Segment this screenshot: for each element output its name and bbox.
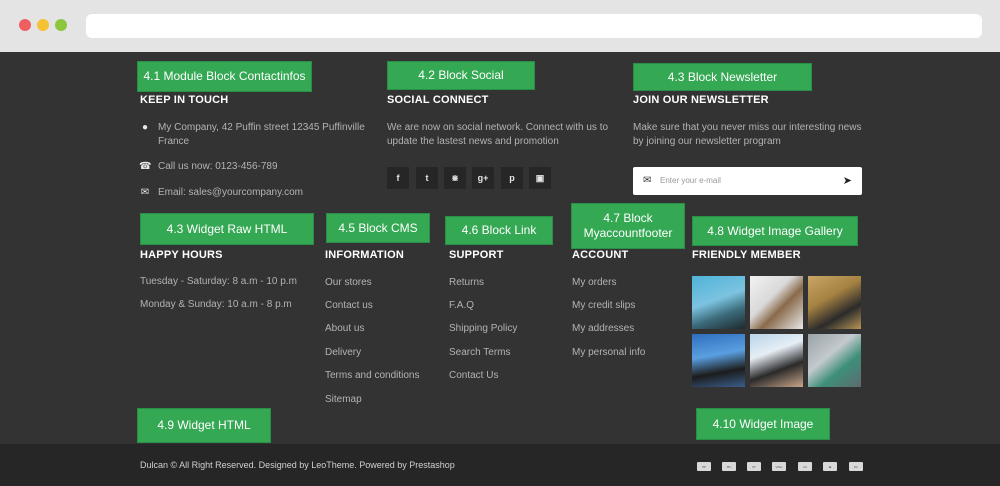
link-delivery[interactable]: Delivery bbox=[325, 347, 361, 358]
gallery-image[interactable] bbox=[750, 276, 803, 329]
account-heading: ACCOUNT bbox=[572, 249, 629, 261]
link-credit-slips[interactable]: My credit slips bbox=[572, 300, 635, 311]
link-our-stores[interactable]: Our stores bbox=[325, 277, 372, 288]
map-marker-icon: ● bbox=[141, 122, 149, 133]
instagram-icon[interactable]: ▣ bbox=[529, 167, 551, 189]
contact-address: My Company, 42 Puffin street 12345 Puffi… bbox=[158, 122, 365, 147]
facebook-icon[interactable]: f bbox=[387, 167, 409, 189]
tag-image-gallery: 4.8 Widget Image Gallery bbox=[692, 216, 858, 246]
information-heading: INFORMATION bbox=[325, 249, 404, 261]
tag-raw-html: 4.3 Widget Raw HTML bbox=[140, 213, 314, 245]
link-terms[interactable]: Terms and conditions bbox=[325, 370, 420, 381]
minimize-window-button[interactable] bbox=[37, 19, 49, 31]
tag-widget-image: 4.10 Widget Image bbox=[696, 408, 830, 440]
amex-icon: AX bbox=[798, 462, 812, 471]
gallery-image[interactable] bbox=[692, 334, 745, 387]
card-icon: ▬ bbox=[823, 462, 837, 471]
tag-link: 4.6 Block Link bbox=[445, 216, 553, 245]
link-contact-us[interactable]: Contact us bbox=[325, 300, 373, 311]
paypal-icon: PP bbox=[697, 462, 711, 471]
newsletter-heading: JOIN OUR NEWSLETTER bbox=[633, 94, 769, 106]
gallery-heading: FRIENDLY MEMBER bbox=[692, 249, 801, 261]
link-sitemap[interactable]: Sitemap bbox=[325, 394, 362, 405]
support-heading: SUPPORT bbox=[449, 249, 504, 261]
gallery-image[interactable] bbox=[808, 334, 861, 387]
link-about-us[interactable]: About us bbox=[325, 323, 364, 334]
tag-cms: 4.5 Block CMS bbox=[326, 213, 430, 243]
stripe-icon: ST bbox=[747, 462, 761, 471]
link-returns[interactable]: Returns bbox=[449, 277, 484, 288]
tag-myaccountfooter: 4.7 Block Myaccountfooter bbox=[571, 203, 685, 249]
contact-phone: Call us now: 0123-456-789 bbox=[158, 161, 278, 172]
hours-line-1: Tuesday - Saturday: 8 a.m - 10 p.m bbox=[140, 276, 297, 287]
link-support-contact[interactable]: Contact Us bbox=[449, 370, 498, 381]
contact-heading: KEEP IN TOUCH bbox=[140, 94, 229, 106]
phone-icon: ☎ bbox=[139, 161, 152, 172]
tag-widget-html: 4.9 Widget HTML bbox=[137, 408, 271, 443]
link-faq[interactable]: F.A.Q bbox=[449, 300, 474, 311]
newsletter-email-input[interactable]: Enter your e-mail bbox=[660, 176, 721, 185]
mastercard-icon: MC bbox=[722, 462, 736, 471]
twitter-icon[interactable]: t bbox=[416, 167, 438, 189]
link-search-terms[interactable]: Search Terms bbox=[449, 347, 511, 358]
social-text: We are now on social network. Connect wi… bbox=[387, 122, 609, 147]
link-shipping-policy[interactable]: Shipping Policy bbox=[449, 323, 517, 334]
link-personal-info[interactable]: My personal info bbox=[572, 347, 645, 358]
social-heading: SOCIAL CONNECT bbox=[387, 94, 489, 106]
hours-line-2: Monday & Sunday: 10 a.m - 8 p.m bbox=[140, 299, 292, 310]
envelope-icon: ✉ bbox=[140, 187, 150, 198]
newsletter-form: ✉ Enter your e-mail ➤ bbox=[633, 167, 862, 195]
contact-email[interactable]: Email: sales@yourcompany.com bbox=[158, 186, 303, 200]
tag-contactinfos: 4.1 Module Block Contactinfos bbox=[137, 61, 312, 92]
diners-icon: DC bbox=[849, 462, 863, 471]
hours-heading: HAPPY HOURS bbox=[140, 249, 223, 261]
send-icon[interactable]: ➤ bbox=[843, 174, 852, 187]
browser-chrome bbox=[0, 0, 1000, 52]
gallery-image[interactable] bbox=[750, 334, 803, 387]
close-window-button[interactable] bbox=[19, 19, 31, 31]
maximize-window-button[interactable] bbox=[55, 19, 67, 31]
newsletter-text: Make sure that you never miss our intere… bbox=[633, 122, 862, 147]
link-my-addresses[interactable]: My addresses bbox=[572, 323, 634, 334]
envelope-icon: ✉ bbox=[643, 175, 652, 186]
gallery-image[interactable] bbox=[808, 276, 861, 329]
rss-icon[interactable]: ⋇ bbox=[444, 167, 466, 189]
tag-newsletter: 4.3 Block Newsletter bbox=[633, 63, 812, 91]
pinterest-icon[interactable]: p bbox=[501, 167, 523, 189]
gallery-image[interactable] bbox=[692, 276, 745, 329]
copyright-text: Dulcan © All Right Reserved. Designed by… bbox=[140, 460, 455, 470]
visa-icon: VISA bbox=[772, 462, 786, 471]
link-my-orders[interactable]: My orders bbox=[572, 277, 616, 288]
google-plus-icon[interactable]: g+ bbox=[472, 167, 494, 189]
address-bar[interactable] bbox=[86, 14, 982, 38]
tag-social: 4.2 Block Social bbox=[387, 61, 535, 90]
